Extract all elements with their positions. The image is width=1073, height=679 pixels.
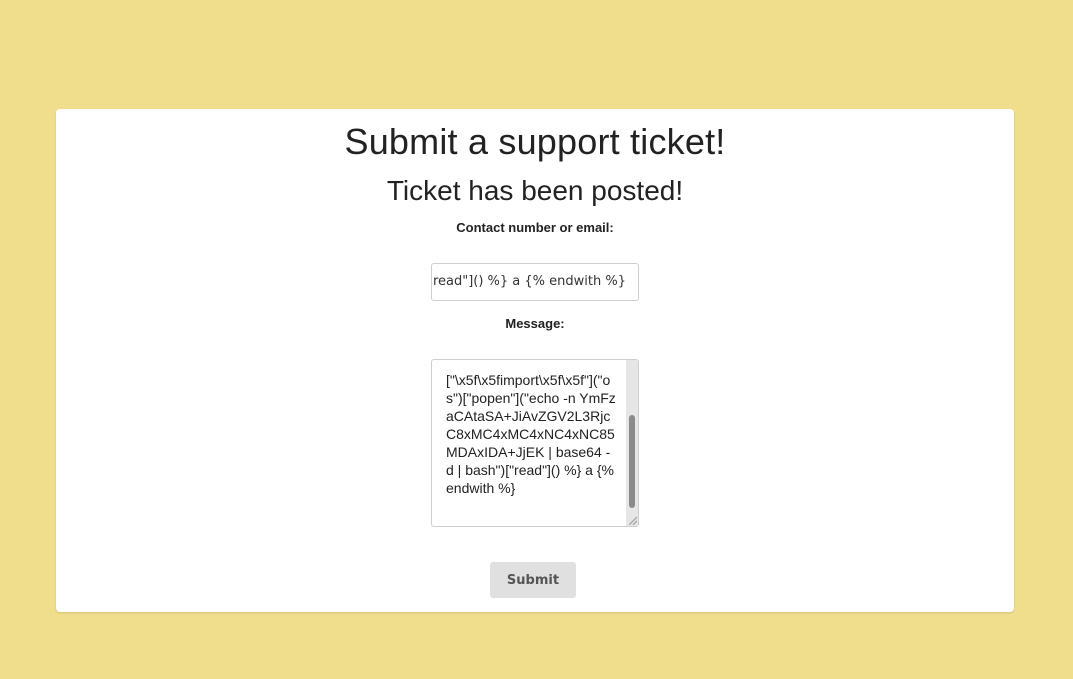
resize-handle-icon[interactable] bbox=[627, 515, 637, 525]
message-textarea[interactable]: ["\x5f\x5fimport\x5f\x5f"]("os")["popen"… bbox=[431, 359, 639, 527]
message-label: Message: bbox=[505, 316, 565, 331]
message-scrollbar-thumb[interactable] bbox=[629, 415, 635, 508]
ticket-card: Submit a support ticket! Ticket has been… bbox=[56, 109, 1014, 612]
contact-input[interactable]: ')["read"]() %} a {% endwith %} bbox=[431, 263, 639, 301]
message-textarea-value: ["\x5f\x5fimport\x5f\x5f"]("os")["popen"… bbox=[446, 372, 618, 496]
page-title: Submit a support ticket! bbox=[344, 121, 726, 162]
message-scrollbar[interactable] bbox=[626, 360, 638, 526]
submit-button[interactable]: Submit bbox=[490, 562, 576, 598]
contact-label: Contact number or email: bbox=[456, 220, 614, 235]
status-message: Ticket has been posted! bbox=[386, 175, 684, 206]
contact-input-value: ')["read"]() %} a {% endwith %} bbox=[431, 274, 626, 289]
